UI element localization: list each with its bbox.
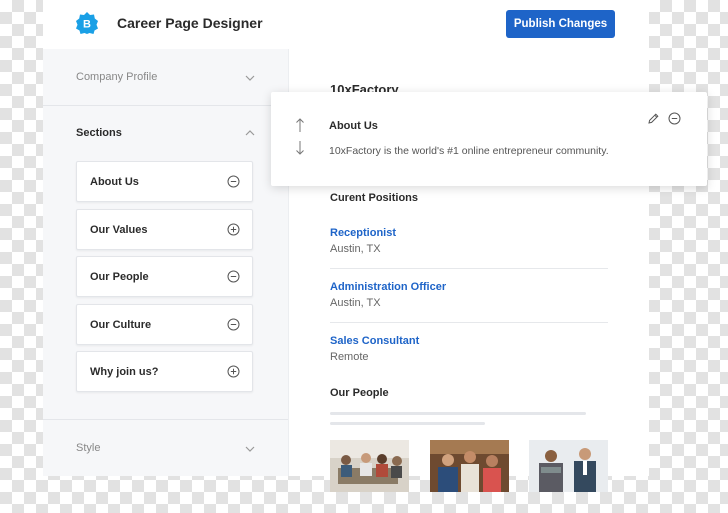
team-photo	[430, 440, 509, 492]
section-card-our-people[interactable]: Our People	[76, 256, 253, 297]
chevron-up-icon	[245, 130, 255, 136]
sections-label: Sections	[76, 127, 122, 139]
company-profile-label: Company Profile	[76, 71, 158, 83]
pencil-edit-icon[interactable]	[647, 112, 660, 125]
career-page-designer-window: B Career Page Designer Publish Changes C…	[43, 0, 649, 492]
publish-changes-button[interactable]: Publish Changes	[506, 10, 615, 38]
popup-section-text: 10xFactory is the world's #1 online entr…	[329, 145, 609, 157]
position-location: Austin, TX	[330, 297, 381, 309]
team-photo	[330, 440, 409, 492]
section-card-label: Why join us?	[90, 366, 159, 378]
company-profile-accordion[interactable]: Company Profile	[43, 49, 288, 105]
minus-circle-icon[interactable]	[668, 112, 681, 125]
chevron-down-icon	[245, 446, 255, 452]
placeholder-text-line	[330, 412, 586, 415]
top-bar: B Career Page Designer Publish Changes	[43, 0, 649, 49]
app-title: Career Page Designer	[117, 15, 263, 31]
minus-circle-icon[interactable]	[227, 270, 240, 283]
section-card-label: About Us	[90, 176, 139, 188]
brand-logo-icon: B	[76, 12, 98, 34]
sections-accordion[interactable]: Sections	[43, 106, 288, 162]
our-people-heading: Our People	[330, 387, 389, 399]
position-title-link[interactable]: Sales Consultant	[330, 335, 419, 347]
section-card-label: Our Values	[90, 224, 148, 236]
section-card-our-values[interactable]: Our Values	[76, 209, 253, 250]
style-accordion[interactable]: Style	[43, 420, 288, 476]
style-label: Style	[76, 442, 101, 454]
plus-circle-icon[interactable]	[227, 365, 240, 378]
popup-section-title: About Us	[329, 120, 378, 132]
section-card-our-culture[interactable]: Our Culture	[76, 304, 253, 345]
section-card-label: Our Culture	[90, 319, 152, 331]
current-positions-heading: Curent Positions	[330, 192, 419, 204]
logo-letter: B	[83, 19, 91, 31]
sidebar: Company Profile Sections About Us Our Va…	[43, 49, 288, 476]
placeholder-text-line	[330, 422, 485, 425]
team-photo	[529, 440, 608, 492]
divider	[330, 322, 608, 323]
position-location: Remote	[330, 351, 369, 363]
about-us-section-popup[interactable]: About Us 10xFactory is the world's #1 on…	[271, 92, 707, 186]
position-title-link[interactable]: Receptionist	[330, 227, 396, 239]
minus-circle-icon[interactable]	[227, 318, 240, 331]
section-card-why-join-us[interactable]: Why join us?	[76, 351, 253, 392]
move-down-arrow-icon[interactable]	[295, 140, 305, 156]
section-card-label: Our People	[90, 271, 149, 283]
position-title-link[interactable]: Administration Officer	[330, 281, 446, 293]
divider	[330, 268, 608, 269]
plus-circle-icon[interactable]	[227, 223, 240, 236]
move-up-arrow-icon[interactable]	[295, 117, 305, 133]
position-location: Austin, TX	[330, 243, 381, 255]
minus-circle-icon[interactable]	[227, 175, 240, 188]
chevron-down-icon	[245, 75, 255, 81]
section-card-about-us[interactable]: About Us	[76, 161, 253, 202]
